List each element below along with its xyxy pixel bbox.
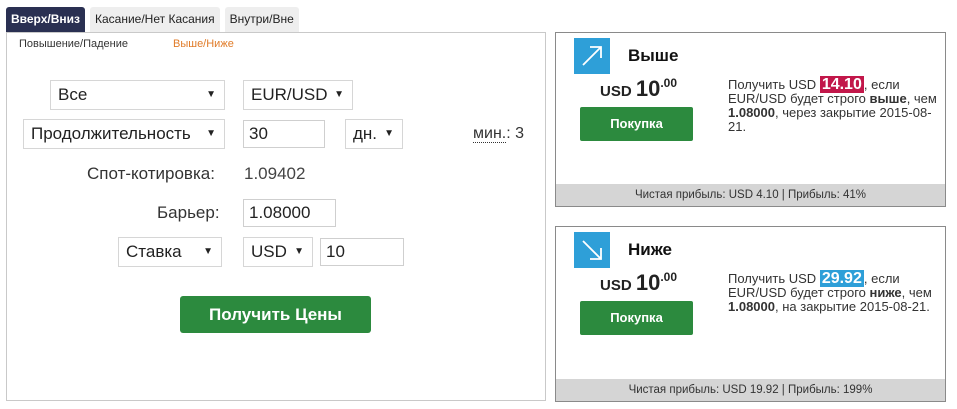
market-select-value: Все (58, 85, 88, 104)
stake-type-value: Ставка (126, 242, 182, 261)
duration-select[interactable]: Продолжительность ▼ (23, 119, 225, 149)
chevron-down-icon: ▼ (203, 246, 213, 257)
buy-button[interactable]: Покупка (580, 301, 693, 335)
tab-up-down[interactable]: Вверх/Вниз (6, 7, 85, 32)
tab-in-out[interactable]: Внутри/Вне (224, 7, 299, 32)
arrow-up-right-icon (574, 38, 610, 74)
desc-text: , на закрытие 2015-08-21. (775, 299, 930, 314)
duration-input[interactable]: 30 (243, 120, 325, 148)
chevron-down-icon: ▼ (206, 89, 216, 100)
barrier-label: Барьер: (157, 203, 220, 222)
card-price: USD 10.00 (600, 270, 677, 296)
duration-unit-select[interactable]: дн. ▼ (345, 119, 403, 149)
tab-touch-no-touch[interactable]: Касание/Нет Касания (90, 7, 220, 32)
trade-form-panel: Повышение/Падение Выше/Ниже Все ▼ EUR/US… (6, 32, 546, 401)
currency-select-value: USD (251, 242, 287, 261)
chevron-down-icon: ▼ (384, 128, 394, 139)
get-prices-button[interactable]: Получить Цены (180, 296, 371, 333)
card-description: Получить USD 14.10, если EUR/USD будет с… (728, 76, 940, 134)
desc-text: Получить USD (728, 77, 820, 92)
desc-text: , чем (901, 285, 932, 300)
min-duration-term[interactable]: мин. (473, 125, 507, 143)
barrier-value: 1.08000 (728, 105, 775, 120)
contract-type-tabs: Вверх/Вниз Касание/Нет Касания Внутри/Вн… (6, 7, 304, 32)
price-currency: USD (600, 83, 632, 100)
card-title: Выше (628, 46, 679, 65)
chevron-down-icon: ▼ (334, 89, 344, 100)
card-footer-profit: Чистая прибыль: USD 4.10 | Прибыль: 41% (556, 184, 945, 206)
subtab-higher-lower[interactable]: Выше/Ниже (173, 38, 234, 50)
spot-value: 1.09402 (244, 164, 306, 183)
currency-select[interactable]: USD ▼ (243, 237, 313, 267)
symbol-select[interactable]: EUR/USD ▼ (243, 80, 353, 110)
stake-type-select[interactable]: Ставка ▼ (118, 237, 222, 267)
card-description: Получить USD 29.92, если EUR/USD будет с… (728, 270, 940, 314)
barrier-value: 1.08000 (728, 299, 775, 314)
symbol-select-value: EUR/USD (251, 85, 328, 104)
min-duration-value: : 3 (506, 125, 525, 142)
price-decimals: .00 (660, 76, 678, 90)
contract-card-lower: Ниже USD 10.00 Покупка Получить USD 29.9… (555, 226, 946, 402)
card-price: USD 10.00 (600, 76, 677, 102)
stake-amount-input[interactable]: 10 (320, 238, 404, 266)
min-duration-label: мин.: 3 (473, 125, 524, 143)
contract-card-higher: Выше USD 10.00 Покупка Получить USD 14.1… (555, 32, 946, 207)
duration-select-value: Продолжительность (31, 124, 191, 143)
chevron-down-icon: ▼ (294, 246, 304, 257)
market-select[interactable]: Все ▼ (50, 80, 225, 110)
chevron-down-icon: ▼ (206, 128, 216, 139)
card-footer-profit: Чистая прибыль: USD 19.92 | Прибыль: 199… (556, 379, 945, 401)
direction-word: ниже (869, 285, 902, 300)
desc-text: Получить USD (728, 271, 820, 286)
buy-button[interactable]: Покупка (580, 107, 693, 141)
arrow-down-right-icon (574, 232, 610, 268)
desc-text: , чем (906, 91, 937, 106)
barrier-input[interactable]: 1.08000 (243, 199, 336, 227)
price-amount: 10 (635, 76, 661, 101)
price-amount: 10 (635, 270, 661, 295)
price-decimals: .00 (660, 270, 678, 284)
duration-unit-value: дн. (353, 124, 378, 143)
spot-label: Спот-котировка: (87, 164, 215, 183)
price-currency: USD (600, 277, 632, 294)
card-title: Ниже (628, 240, 673, 259)
direction-word: выше (869, 91, 907, 106)
subtab-rise-fall[interactable]: Повышение/Падение (19, 38, 128, 50)
